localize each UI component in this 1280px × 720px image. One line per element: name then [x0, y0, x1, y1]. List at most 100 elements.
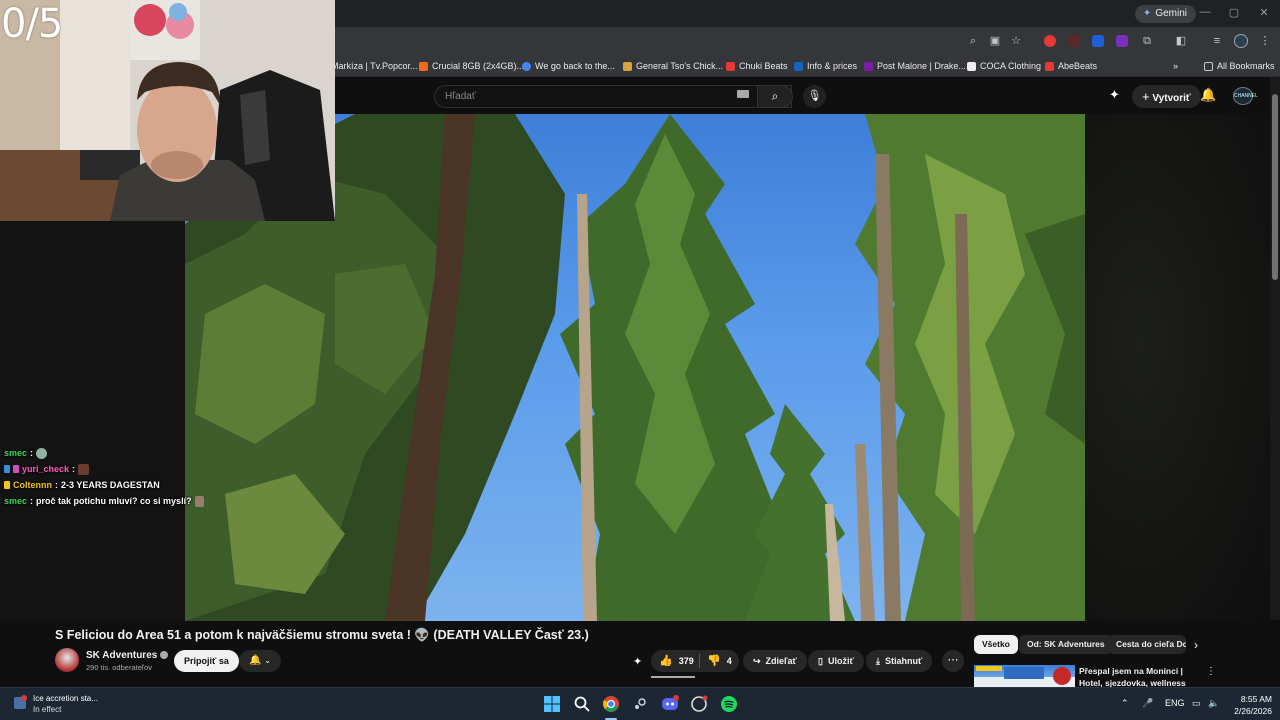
join-button[interactable]: Pripojiť sa: [174, 650, 239, 672]
chat-badge-icon: [4, 481, 10, 489]
bookmark-item[interactable]: Post Malone | Drake...: [864, 60, 966, 72]
youtube-masthead: Hľadať ⌕ 🎙 ✦ + Vytvoriť 🔔 CHANNEL: [335, 77, 1280, 114]
bookmark-item[interactable]: Crucial 8GB (2x4GB)...: [419, 60, 524, 72]
ask-ai-icon[interactable]: ✦: [633, 655, 642, 668]
verified-icon: [160, 651, 169, 660]
bookmark-favicon: [1045, 61, 1054, 71]
create-button[interactable]: + Vytvoriť: [1132, 85, 1201, 108]
dislike-button[interactable]: 👎 4: [707, 650, 732, 672]
like-button[interactable]: 👍 379: [659, 650, 694, 672]
recommended-title[interactable]: Přespal jsem na Monínci | Hotel, sjezdov…: [1079, 665, 1199, 689]
save-button[interactable]: ▯ Uložiť: [808, 650, 864, 672]
bookmarks-overflow-icon[interactable]: »: [1173, 60, 1178, 72]
chat-message: smec : proč tak potichu mluví? co si mys…: [4, 493, 204, 509]
minimize-icon[interactable]: —: [1197, 6, 1213, 18]
weather-alert-icon[interactable]: [12, 695, 28, 711]
recommended-thumbnail[interactable]: [974, 665, 1075, 687]
share-icon: ↪: [753, 656, 761, 666]
bookmark-item[interactable]: Info & prices: [794, 60, 857, 72]
side-panel-icon[interactable]: ◧: [1174, 34, 1188, 48]
browser-toolbar: ⌕ ▣ ☆ ⧉ ◧ ≡ ⋮: [335, 27, 1280, 55]
chat-badge-icon: [4, 465, 10, 473]
dislike-count: 4: [726, 656, 732, 666]
bookmark-favicon: [967, 61, 976, 71]
thumbs-down-icon: 👎: [707, 655, 721, 667]
plus-icon: +: [1142, 89, 1150, 104]
clock-date[interactable]: 2/26/2026: [1226, 706, 1272, 716]
bookmark-item[interactable]: AbeBeats: [1045, 60, 1097, 72]
bookmark-favicon: [522, 61, 531, 71]
extension-twitch-icon[interactable]: [1116, 35, 1128, 47]
subscription-bell-button[interactable]: 🔔 ⌄: [239, 650, 281, 672]
chevron-right-icon[interactable]: ›: [1194, 638, 1198, 652]
app-icon[interactable]: [690, 695, 708, 713]
gemini-button[interactable]: ✦ Gemini: [1134, 5, 1196, 23]
chat-text: 2-3 YEARS DAGESTAN: [61, 480, 160, 490]
chip-related[interactable]: Cesta do cieľa Do: [1108, 635, 1186, 654]
notifications-bell-icon[interactable]: 🔔: [1200, 88, 1216, 102]
bookmark-item[interactable]: We go back to the...: [522, 60, 615, 72]
search-icon[interactable]: [573, 695, 591, 713]
discord-icon[interactable]: [661, 695, 679, 713]
media-control-icon[interactable]: ≡: [1210, 34, 1224, 48]
recommendation-menu-icon[interactable]: ⋮: [1206, 666, 1216, 677]
chat-message: Coltennn : 2-3 YEARS DAGESTAN: [4, 477, 204, 493]
chat-username: smec: [4, 496, 28, 506]
chip-all[interactable]: Všetko: [974, 635, 1018, 654]
windows-taskbar: Ice accretion sta... In effect ⌃ 🎤 ENG ▭…: [0, 687, 1280, 720]
microphone-tray-icon[interactable]: 🎤: [1142, 698, 1153, 709]
search-placeholder: Hľadať: [445, 91, 476, 102]
channel-avatar[interactable]: [55, 648, 79, 672]
bookmark-item[interactable]: COCA Clothing: [967, 60, 1041, 72]
search-button[interactable]: ⌕: [757, 85, 793, 108]
download-icon: ⤓: [876, 656, 880, 666]
windows-start-icon[interactable]: [543, 695, 561, 713]
bookmark-favicon: [864, 61, 873, 71]
subscriber-count: 290 tis. odberateľov: [86, 663, 152, 672]
profile-avatar[interactable]: [1234, 34, 1248, 48]
extensions-puzzle-icon[interactable]: ⧉: [1140, 34, 1154, 48]
volume-icon[interactable]: 🔈: [1208, 698, 1219, 709]
tray-overflow-icon[interactable]: ⌃: [1121, 698, 1129, 709]
chat-username: yuri_check: [22, 464, 70, 474]
ellipsis-icon: ⋯: [947, 654, 959, 666]
chevron-down-icon: ⌄: [264, 656, 271, 665]
all-bookmarks-button[interactable]: All Bookmarks: [1204, 60, 1275, 72]
more-actions-button[interactable]: ⋯: [942, 650, 964, 672]
bookmark-item[interactable]: General Tso's Chick...: [623, 60, 723, 72]
voice-search-button[interactable]: 🎙: [803, 85, 826, 108]
extension-audio-icon[interactable]: [1092, 35, 1104, 47]
close-icon[interactable]: ✕: [1256, 6, 1272, 19]
bookmark-star-icon[interactable]: ☆: [1009, 34, 1023, 48]
bookmark-item[interactable]: Chuki Beats: [726, 60, 788, 72]
extension-icon[interactable]: [1068, 35, 1080, 47]
chip-from-channel[interactable]: Od: SK Adventures: [1019, 635, 1113, 654]
steam-icon[interactable]: [631, 695, 649, 713]
notification-title[interactable]: Ice accretion sta...: [33, 694, 98, 703]
zoom-icon[interactable]: ⌕: [966, 34, 980, 48]
gemini-icon: ✦: [1142, 8, 1152, 19]
bookmark-item[interactable]: Markíza | Tv.Popcor...: [331, 60, 418, 72]
language-indicator[interactable]: ENG: [1165, 698, 1185, 708]
share-button[interactable]: ↪ Zdieľať: [743, 650, 807, 672]
sparkle-icon[interactable]: ✦: [1109, 88, 1120, 102]
browser-menu-icon[interactable]: ⋮: [1258, 34, 1272, 48]
chat-message: yuri_check :: [4, 461, 204, 477]
video-ambient-side: [1085, 114, 1270, 621]
channel-avatar[interactable]: CHANNEL: [1233, 87, 1258, 105]
chrome-icon[interactable]: [602, 695, 620, 713]
extension-adblock-icon[interactable]: [1044, 35, 1056, 47]
cast-icon[interactable]: ▣: [988, 34, 1002, 48]
chat-text: proč tak potichu mluví? co si myslí?: [36, 496, 192, 506]
keyboard-icon[interactable]: [737, 90, 749, 98]
maximize-icon[interactable]: ▢: [1226, 6, 1242, 19]
emote-icon: [78, 463, 90, 475]
network-icon[interactable]: ▭: [1192, 698, 1201, 709]
spotify-icon[interactable]: [720, 695, 738, 713]
download-button[interactable]: ⤓ Stiahnuť: [866, 650, 933, 672]
channel-name[interactable]: SK Adventures: [86, 650, 169, 661]
clock-time[interactable]: 8:55 AM: [1226, 694, 1272, 704]
challenge-counter: 0/5: [1, 1, 63, 47]
notification-status: In effect: [33, 705, 62, 714]
scrollbar-thumb[interactable]: [1272, 94, 1278, 280]
